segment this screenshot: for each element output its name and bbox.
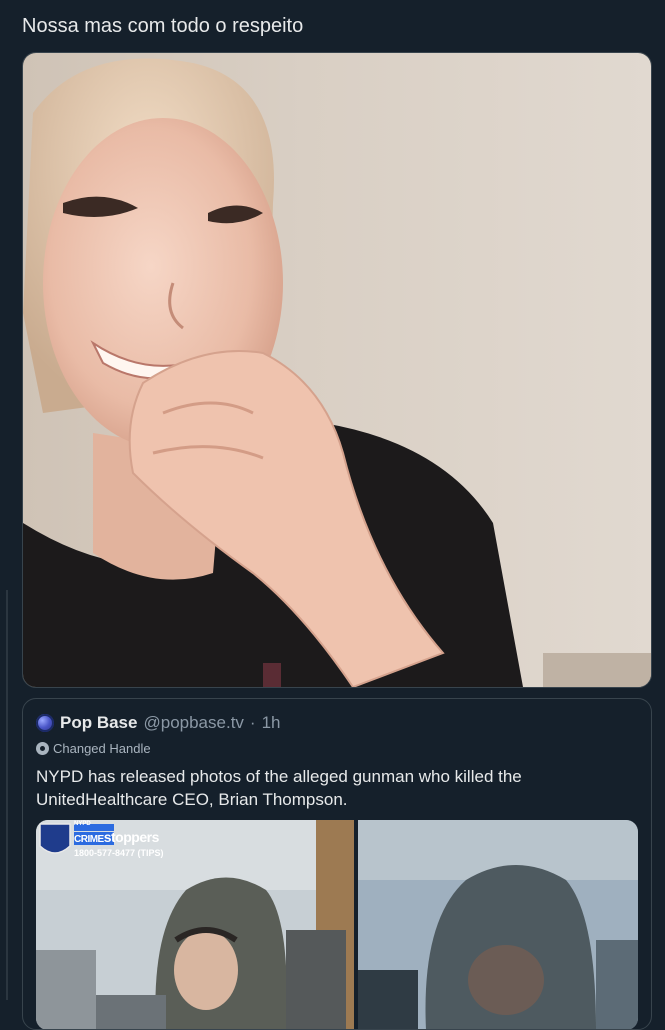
crime-stoppers-brand: CRIMEstoppers — [74, 829, 159, 845]
nypd-shield-icon — [39, 823, 71, 854]
changed-handle-badge: Changed Handle — [36, 741, 151, 756]
crime-stoppers-top: NYPD — [74, 821, 91, 827]
badge-label: Changed Handle — [53, 741, 151, 756]
tweet-media[interactable] — [22, 52, 652, 688]
quote-header: Pop Base @popbase.tv · 1h — [36, 712, 281, 734]
tweet-photo — [23, 53, 651, 687]
separator: · — [249, 713, 256, 732]
crime-stoppers-phone: 1800-577-8477 (TIPS) — [74, 848, 164, 858]
author-name[interactable]: Pop Base — [60, 712, 137, 734]
changed-handle-icon — [36, 742, 49, 755]
brand-stoppers: stoppers — [103, 829, 160, 845]
quote-text: NYPD has released photos of the alleged … — [36, 767, 522, 809]
tweet-text: Nossa mas com todo o respeito — [22, 15, 304, 37]
timestamp[interactable]: 1h — [262, 712, 281, 734]
author-handle[interactable]: @popbase.tv — [143, 712, 243, 734]
thread-line — [6, 590, 8, 1000]
quote-media[interactable]: NYPD CRIMEstoppers 1800-577-8477 (TIPS) — [36, 820, 638, 1029]
quoted-tweet[interactable]: Pop Base @popbase.tv · 1h Changed Handle… — [22, 698, 652, 1030]
popbase-avatar-icon[interactable] — [36, 714, 54, 732]
brand-crime: CRIME — [74, 834, 104, 845]
